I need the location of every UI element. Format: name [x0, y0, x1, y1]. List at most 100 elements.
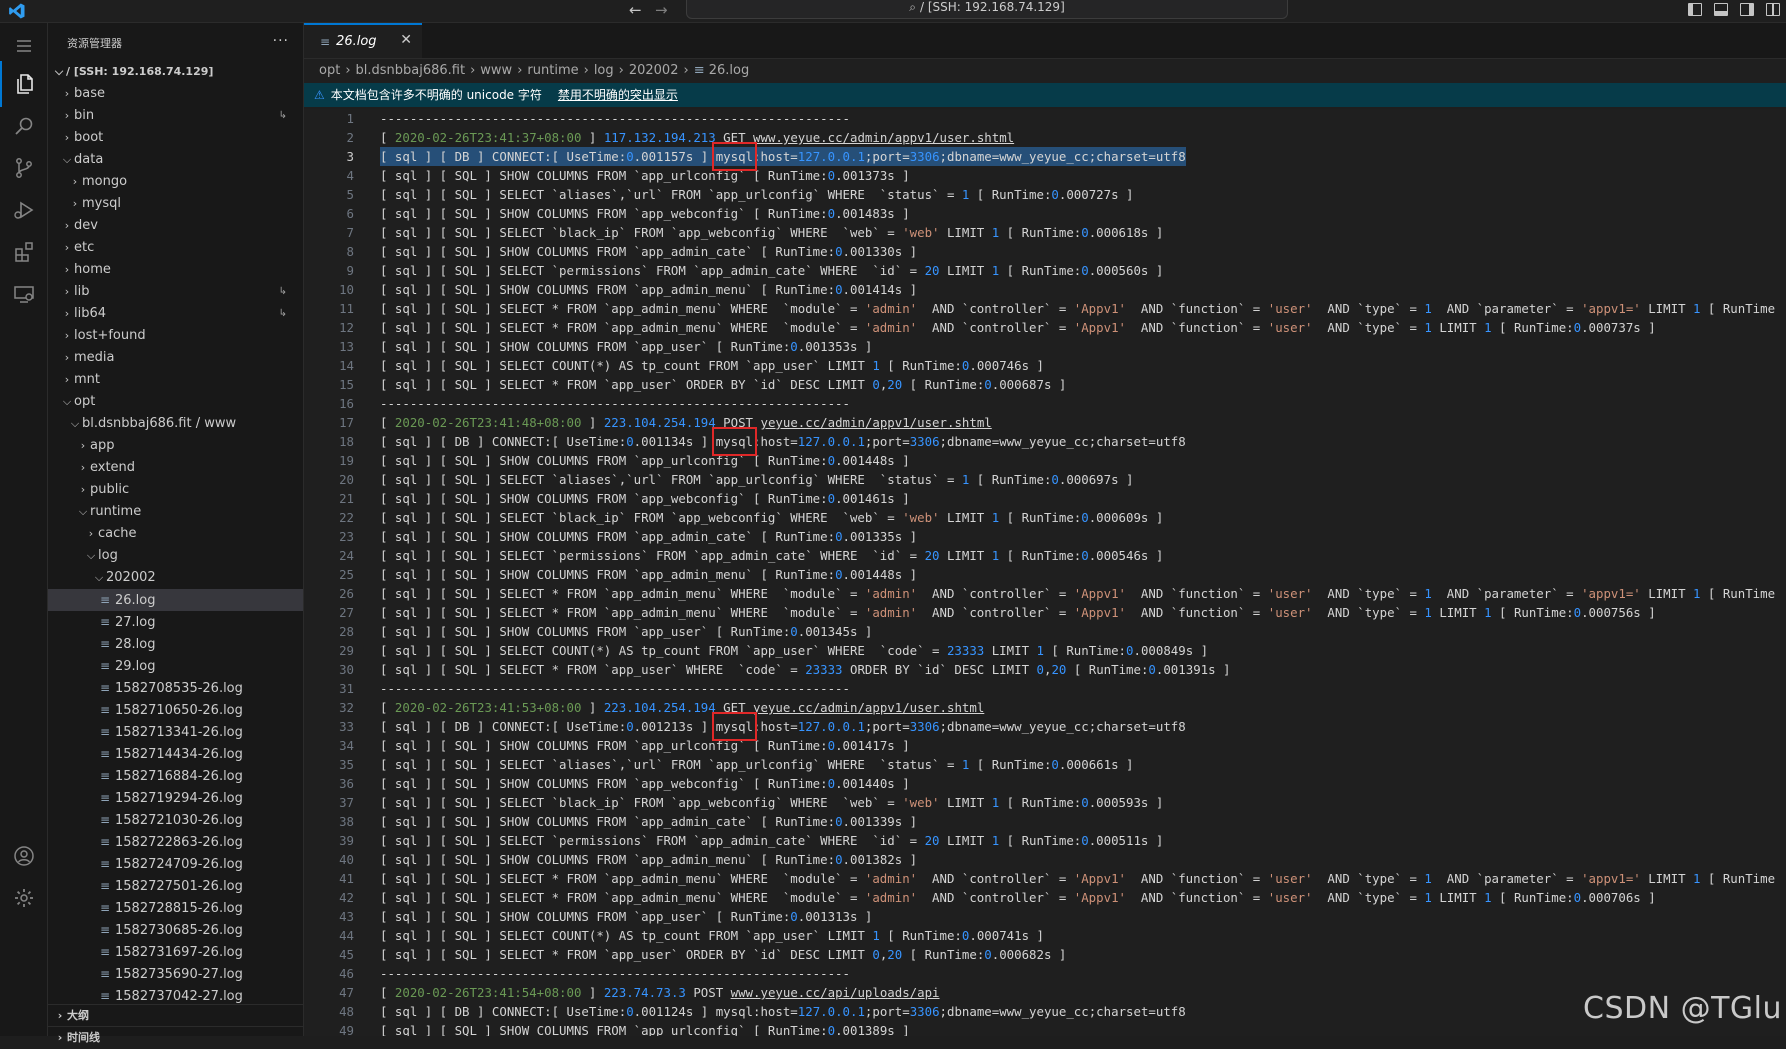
tree-folder[interactable]: › bin ↳ [48, 105, 303, 127]
tree-folder[interactable]: › mysql [48, 193, 303, 215]
code-line[interactable]: 22 [ sql ] [ SQL ] SELECT `black_ip` FROM… [304, 508, 1786, 527]
code-line[interactable]: 38 [ sql ] [ SQL ] SHOW COLUMNS FROM `app… [304, 812, 1786, 831]
code-line[interactable]: 25 [ sql ] [ SQL ] SHOW COLUMNS FROM `app… [304, 565, 1786, 584]
code-line[interactable]: 17 [ 2020-02-26T23:41:48+08:00 ] 223.104.… [304, 413, 1786, 432]
tree-file[interactable]: ≡ 1582714434-26.log [48, 743, 303, 765]
breadcrumb-item[interactable]: log [594, 63, 614, 78]
code-line[interactable]: 44 [ sql ] [ SQL ] SELECT COUNT(*) AS tp_… [304, 926, 1786, 945]
tree-file[interactable]: ≡ 1582730685-26.log [48, 919, 303, 941]
code-line[interactable]: 10 [ sql ] [ SQL ] SHOW COLUMNS FROM `app… [304, 280, 1786, 299]
code-line[interactable]: 29 [ sql ] [ SQL ] SELECT COUNT(*) AS tp_… [304, 641, 1786, 660]
breadcrumb-item[interactable]: www [480, 63, 512, 78]
toggle-panel-icon[interactable] [1714, 3, 1728, 16]
tree-folder[interactable]: ⌵ bl.dsnbbaj686.fit / www [48, 413, 303, 435]
code-line[interactable]: 7 [ sql ] [ SQL ] SELECT `black_ip` FROM … [304, 223, 1786, 242]
manage-button[interactable] [0, 875, 47, 921]
code-line[interactable]: 34 [ sql ] [ SQL ] SHOW COLUMNS FROM `app… [304, 736, 1786, 755]
tree-folder[interactable]: › mnt [48, 369, 303, 391]
tree-folder[interactable]: › lib ↳ [48, 281, 303, 303]
toggle-primary-sidebar-icon[interactable] [1688, 3, 1702, 16]
tree-folder[interactable]: › mongo [48, 171, 303, 193]
tree-folder[interactable]: › home [48, 259, 303, 281]
tree-folder[interactable]: ⌵ runtime [48, 501, 303, 523]
tree-file[interactable]: ≡ 1582721030-26.log [48, 809, 303, 831]
code-line[interactable]: 21 [ sql ] [ SQL ] SHOW COLUMNS FROM `app… [304, 489, 1786, 508]
code-line[interactable]: 33 [ sql ] [ DB ] CONNECT:[ UseTime:0.001… [304, 717, 1786, 736]
tree-file[interactable]: ≡ 1582731697-26.log [48, 941, 303, 963]
toggle-secondary-sidebar-icon[interactable] [1740, 3, 1754, 16]
code-line[interactable]: 12 [ sql ] [ SQL ] SELECT * FROM `app_adm… [304, 318, 1786, 337]
tree-folder[interactable]: › media [48, 347, 303, 369]
code-line[interactable]: 49 [ sql ] [ SQL ] SHOW COLUMNS FROM `app… [304, 1021, 1786, 1036]
code-line[interactable]: 4 [ sql ] [ SQL ] SHOW COLUMNS FROM `app_… [304, 166, 1786, 185]
code-line[interactable]: 48 [ sql ] [ DB ] CONNECT:[ UseTime:0.001… [304, 1002, 1786, 1021]
tree-file[interactable]: ≡ 1582716884-26.log [48, 765, 303, 787]
code-line[interactable]: 27 [ sql ] [ SQL ] SELECT * FROM `app_adm… [304, 603, 1786, 622]
tree-folder[interactable]: ⌵ data [48, 149, 303, 171]
code-line[interactable]: 14 [ sql ] [ SQL ] SELECT COUNT(*) AS tp_… [304, 356, 1786, 375]
tree-folder[interactable]: › lib64 ↳ [48, 303, 303, 325]
tab-26-log[interactable]: ≡ 26.log ✕ [304, 23, 422, 58]
remote-explorer-button[interactable] [0, 271, 47, 317]
tree-file[interactable]: ≡ 1582724709-26.log [48, 853, 303, 875]
breadcrumb-item[interactable]: opt [319, 63, 340, 78]
accounts-button[interactable] [0, 833, 47, 879]
code-line[interactable]: 2 [ 2020-02-26T23:41:37+08:00 ] 117.132.1… [304, 128, 1786, 147]
code-line[interactable]: 32 [ 2020-02-26T23:41:53+08:00 ] 223.104.… [304, 698, 1786, 717]
code-line[interactable]: 39 [ sql ] [ SQL ] SELECT `permissions` F… [304, 831, 1786, 850]
code-line[interactable]: 41 [ sql ] [ SQL ] SELECT * FROM `app_adm… [304, 869, 1786, 888]
code-line[interactable]: 30 [ sql ] [ SQL ] SELECT * FROM `app_use… [304, 660, 1786, 679]
code-line[interactable]: 15 [ sql ] [ SQL ] SELECT * FROM `app_use… [304, 375, 1786, 394]
code-line[interactable]: 26 [ sql ] [ SQL ] SELECT * FROM `app_adm… [304, 584, 1786, 603]
disable-highlight-link[interactable]: 禁用不明确的突出显示 [558, 88, 678, 102]
code-line[interactable]: 6 [ sql ] [ SQL ] SHOW COLUMNS FROM `app_… [304, 204, 1786, 223]
breadcrumb-item[interactable]: bl.dsnbbaj686.fit [356, 63, 466, 78]
tree-file[interactable]: ≡ 1582713341-26.log [48, 721, 303, 743]
tree-file[interactable]: ≡ 27.log [48, 611, 303, 633]
code-line[interactable]: 35 [ sql ] [ SQL ] SELECT `aliases`,`url`… [304, 755, 1786, 774]
tree-folder[interactable]: › dev [48, 215, 303, 237]
breadcrumb-item[interactable]: runtime [527, 63, 578, 78]
search-button[interactable] [0, 103, 47, 149]
tree-file[interactable]: ≡ 1582710650-26.log [48, 699, 303, 721]
workspace-root[interactable]: ⌵ / [SSH: 192.168.74.129] [48, 61, 303, 83]
customize-layout-icon[interactable] [1766, 3, 1780, 16]
back-arrow-icon[interactable]: ← [629, 1, 642, 19]
code-line[interactable]: 16 --------------------------------------… [304, 394, 1786, 413]
code-line[interactable]: 18 [ sql ] [ DB ] CONNECT:[ UseTime:0.001… [304, 432, 1786, 451]
code-line[interactable]: 3 [ sql ] [ DB ] CONNECT:[ UseTime:0.0011… [304, 147, 1786, 166]
tree-folder[interactable]: › lost+found [48, 325, 303, 347]
code-line[interactable]: 24 [ sql ] [ SQL ] SELECT `permissions` F… [304, 546, 1786, 565]
tree-folder[interactable]: › extend [48, 457, 303, 479]
breadcrumb-item[interactable]: 26.log [709, 63, 750, 78]
tree-file[interactable]: ≡ 26.log [48, 589, 303, 611]
tree-folder[interactable]: › boot [48, 127, 303, 149]
tree-file[interactable]: ≡ 29.log [48, 655, 303, 677]
code-line[interactable]: 13 [ sql ] [ SQL ] SHOW COLUMNS FROM `app… [304, 337, 1786, 356]
tree-file[interactable]: ≡ 1582728815-26.log [48, 897, 303, 919]
tree-file[interactable]: ≡ 1582708535-26.log [48, 677, 303, 699]
code-line[interactable]: 43 [ sql ] [ SQL ] SHOW COLUMNS FROM `app… [304, 907, 1786, 926]
code-line[interactable]: 46 --------------------------------------… [304, 964, 1786, 983]
tree-folder[interactable]: ⌵ log [48, 545, 303, 567]
tree-folder[interactable]: › app [48, 435, 303, 457]
code-line[interactable]: 31 --------------------------------------… [304, 679, 1786, 698]
timeline-section[interactable]: › 时间线 [48, 1026, 303, 1049]
code-line[interactable]: 11 [ sql ] [ SQL ] SELECT * FROM `app_adm… [304, 299, 1786, 318]
tree-file[interactable]: ≡ 1582722863-26.log [48, 831, 303, 853]
forward-arrow-icon[interactable]: → [655, 1, 668, 19]
more-actions-icon[interactable]: ··· [273, 33, 289, 49]
tree-folder[interactable]: › base [48, 83, 303, 105]
breadcrumb-item[interactable]: 202002 [629, 63, 679, 78]
code-line[interactable]: 8 [ sql ] [ SQL ] SHOW COLUMNS FROM `app_… [304, 242, 1786, 261]
tree-folder[interactable]: ⌵ 202002 [48, 567, 303, 589]
tree-file[interactable]: ≡ 1582719294-26.log [48, 787, 303, 809]
run-debug-button[interactable] [0, 187, 47, 233]
tree-folder[interactable]: › public [48, 479, 303, 501]
code-line[interactable]: 23 [ sql ] [ SQL ] SHOW COLUMNS FROM `app… [304, 527, 1786, 546]
tree-file[interactable]: ≡ 1582727501-26.log [48, 875, 303, 897]
code-line[interactable]: 5 [ sql ] [ SQL ] SELECT `aliases`,`url` … [304, 185, 1786, 204]
code-line[interactable]: 45 [ sql ] [ SQL ] SELECT * FROM `app_use… [304, 945, 1786, 964]
code-line[interactable]: 42 [ sql ] [ SQL ] SELECT * FROM `app_adm… [304, 888, 1786, 907]
tree-folder[interactable]: ⌵ opt [48, 391, 303, 413]
